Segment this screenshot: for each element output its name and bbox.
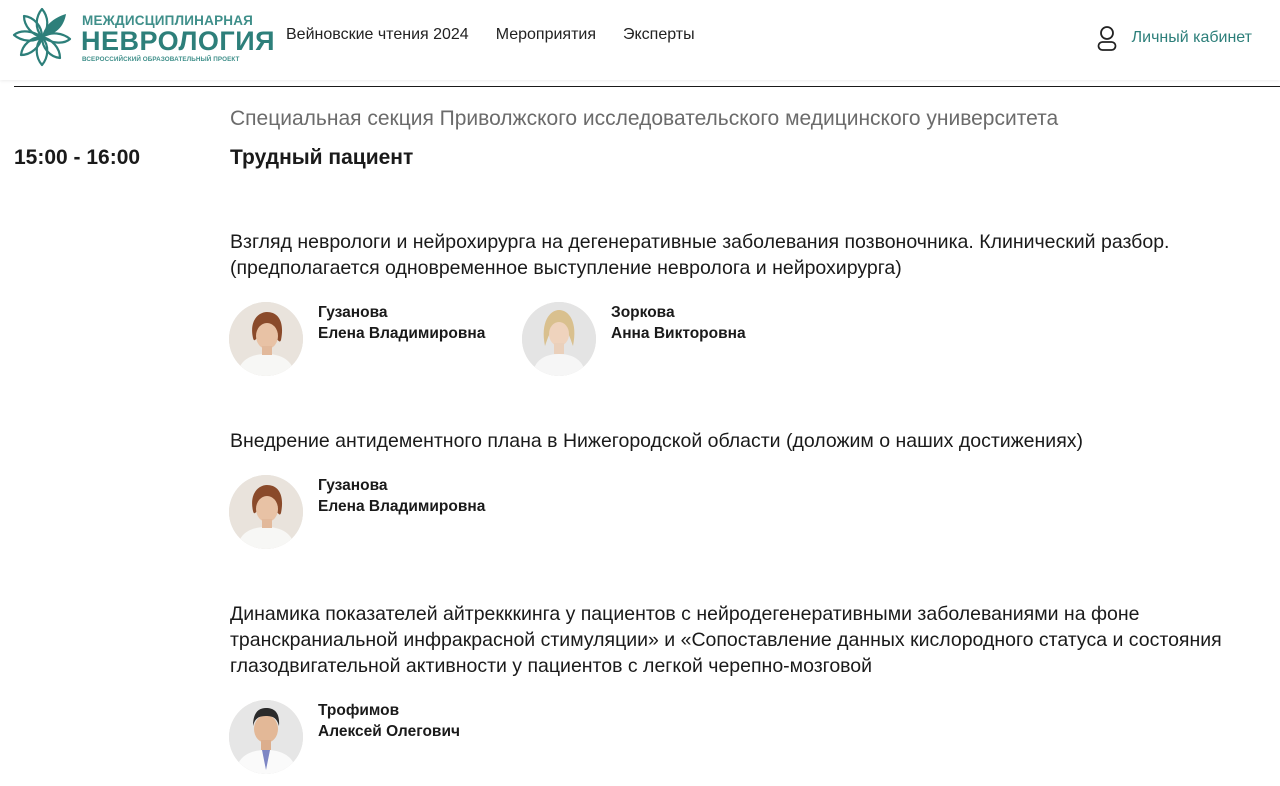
speaker-avatar bbox=[229, 475, 303, 549]
personal-cabinet-label: Личный кабинет bbox=[1131, 29, 1252, 46]
section-title: Специальная секция Приволжского исследов… bbox=[230, 107, 1059, 130]
session-title: Трудный пациент bbox=[230, 146, 414, 169]
main-nav: Вейновские чтения 2024 Мероприятия Экспе… bbox=[286, 24, 722, 46]
site-logo[interactable]: МЕЖДИСЦИПЛИНАРНАЯ НЕВРОЛОГИЯ ВСЕРОССИЙСК… bbox=[12, 6, 275, 68]
user-icon bbox=[1097, 26, 1117, 51]
nav-item-experts[interactable]: Эксперты bbox=[623, 24, 695, 46]
speaker-avatar bbox=[229, 700, 303, 774]
nav-item-events[interactable]: Мероприятия bbox=[496, 24, 596, 46]
speaker-name: Гузанова Елена Владимировна bbox=[318, 302, 485, 344]
speaker-card[interactable]: Гузанова Елена Владимировна bbox=[229, 475, 485, 549]
content-divider bbox=[14, 86, 1280, 87]
speaker-first-name: Елена Владимировна bbox=[318, 498, 486, 515]
speaker-card[interactable]: Трофимов Алексей Олегович bbox=[229, 700, 460, 774]
speaker-first-name: Алексей Олегович bbox=[318, 723, 460, 740]
speaker-last-name: Гузанова bbox=[318, 304, 388, 321]
speaker-last-name: Гузанова bbox=[318, 477, 388, 494]
site-header: МЕЖДИСЦИПЛИНАРНАЯ НЕВРОЛОГИЯ ВСЕРОССИЙСК… bbox=[0, 0, 1280, 80]
speaker-name: Гузанова Елена Владимировна bbox=[318, 475, 485, 517]
logo-main-text: НЕВРОЛОГИЯ bbox=[81, 26, 276, 56]
speaker-first-name: Елена Владимировна bbox=[318, 325, 486, 342]
logo-sub-text: ВСЕРОССИЙСКИЙ ОБРАЗОВАТЕЛЬНЫЙ ПРОЕКТ bbox=[82, 56, 240, 63]
personal-cabinet-link[interactable]: Личный кабинет bbox=[1096, 24, 1252, 52]
talk-title: Внедрение антидементного плана в Нижегор… bbox=[230, 430, 1083, 452]
speaker-card[interactable]: Гузанова Елена Владимировна bbox=[229, 302, 485, 376]
speaker-name: Зоркова Анна Викторовна bbox=[611, 302, 746, 344]
session-time: 15:00 - 16:00 bbox=[14, 146, 141, 169]
talk-title: Взгляд неврологи и нейрохирурга на деген… bbox=[230, 231, 1170, 279]
speaker-last-name: Зоркова bbox=[611, 304, 675, 321]
speaker-name: Трофимов Алексей Олегович bbox=[318, 700, 460, 742]
flower-logo-icon bbox=[12, 7, 72, 67]
speaker-last-name: Трофимов bbox=[318, 702, 400, 719]
speaker-avatar bbox=[522, 302, 596, 376]
speaker-first-name: Анна Викторовна bbox=[611, 325, 746, 342]
speaker-card[interactable]: Зоркова Анна Викторовна bbox=[522, 302, 746, 376]
talk-title: Динамика показателей айтрекккинга у паци… bbox=[230, 603, 1222, 677]
nav-item-veinovskie[interactable]: Вейновские чтения 2024 bbox=[286, 24, 469, 46]
speaker-avatar bbox=[229, 302, 303, 376]
